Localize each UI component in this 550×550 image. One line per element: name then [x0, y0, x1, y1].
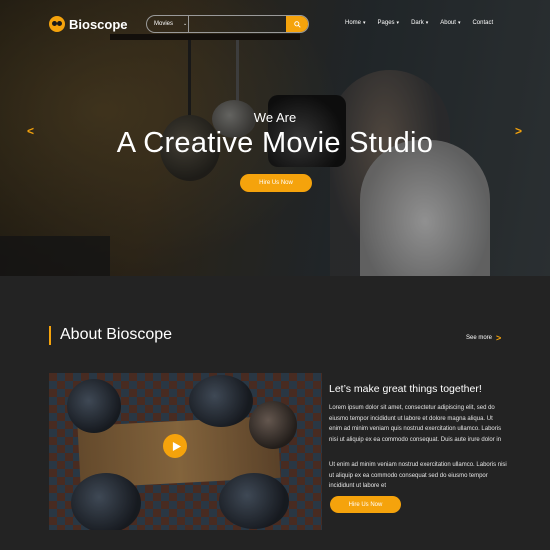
- brand-name: Bioscope: [69, 16, 128, 32]
- nav-item-home[interactable]: Home ▾: [345, 20, 366, 26]
- chevron-down-icon: ▾: [425, 20, 429, 26]
- play-icon: [172, 441, 181, 451]
- nav-item-label: Home: [345, 20, 362, 26]
- nav-item-pages[interactable]: Pages ▾: [378, 20, 400, 26]
- chevron-down-icon: ⌄: [183, 21, 188, 27]
- about-section-title: About Bioscope: [60, 326, 173, 343]
- about-paragraph: Ut enim ad minim veniam nostrud exercita…: [329, 462, 507, 490]
- chevron-down-icon: ▾: [457, 20, 461, 26]
- about-paragraph: Lorem ipsum dolor sit amet, consectetur …: [329, 405, 502, 443]
- hero-subtitle: We Are: [253, 110, 297, 125]
- about-hire-button[interactable]: Hire Us Now: [330, 496, 401, 513]
- search-button[interactable]: [286, 16, 308, 32]
- hero-title: A Creative Movie Studio: [116, 127, 434, 159]
- chevron-down-icon: ▾: [363, 20, 366, 26]
- owl-eyes-icon: [49, 16, 65, 32]
- nav-item-label: Dark: [411, 20, 424, 26]
- search-category-select[interactable]: Movies ⌄: [147, 16, 189, 32]
- nav-item-label: About: [440, 20, 456, 26]
- search-bar: Movies ⌄: [146, 15, 309, 33]
- hero-hire-button[interactable]: Hire Us Now: [240, 174, 312, 192]
- nav-item-contact[interactable]: Contact: [472, 20, 493, 26]
- play-button[interactable]: [163, 434, 187, 458]
- nav-item-dark[interactable]: Dark ▾: [411, 20, 428, 26]
- see-more-label: See more: [466, 335, 493, 341]
- nav-item-label: Pages: [377, 20, 395, 26]
- search-icon: [293, 20, 301, 28]
- top-navbar: Bioscope Movies ⌄ Home ▾ Pages ▾ Dark ▾: [0, 0, 550, 48]
- search-input[interactable]: [189, 16, 286, 32]
- nav-item-label: Contact: [472, 20, 494, 26]
- section-accent-bar: [49, 326, 51, 345]
- brand-logo[interactable]: Bioscope: [49, 16, 128, 32]
- about-heading: Let’s make great things together!: [329, 383, 482, 395]
- nav-item-about[interactable]: About ▾: [440, 20, 460, 26]
- main-menu: Home ▾ Pages ▾ Dark ▾ About ▾ Contact: [345, 20, 493, 26]
- search-category-value: Movies: [154, 21, 174, 27]
- arrow-right-icon: >: [496, 333, 502, 343]
- chevron-down-icon: ▾: [396, 20, 400, 26]
- see-more-link[interactable]: See more >: [466, 333, 501, 343]
